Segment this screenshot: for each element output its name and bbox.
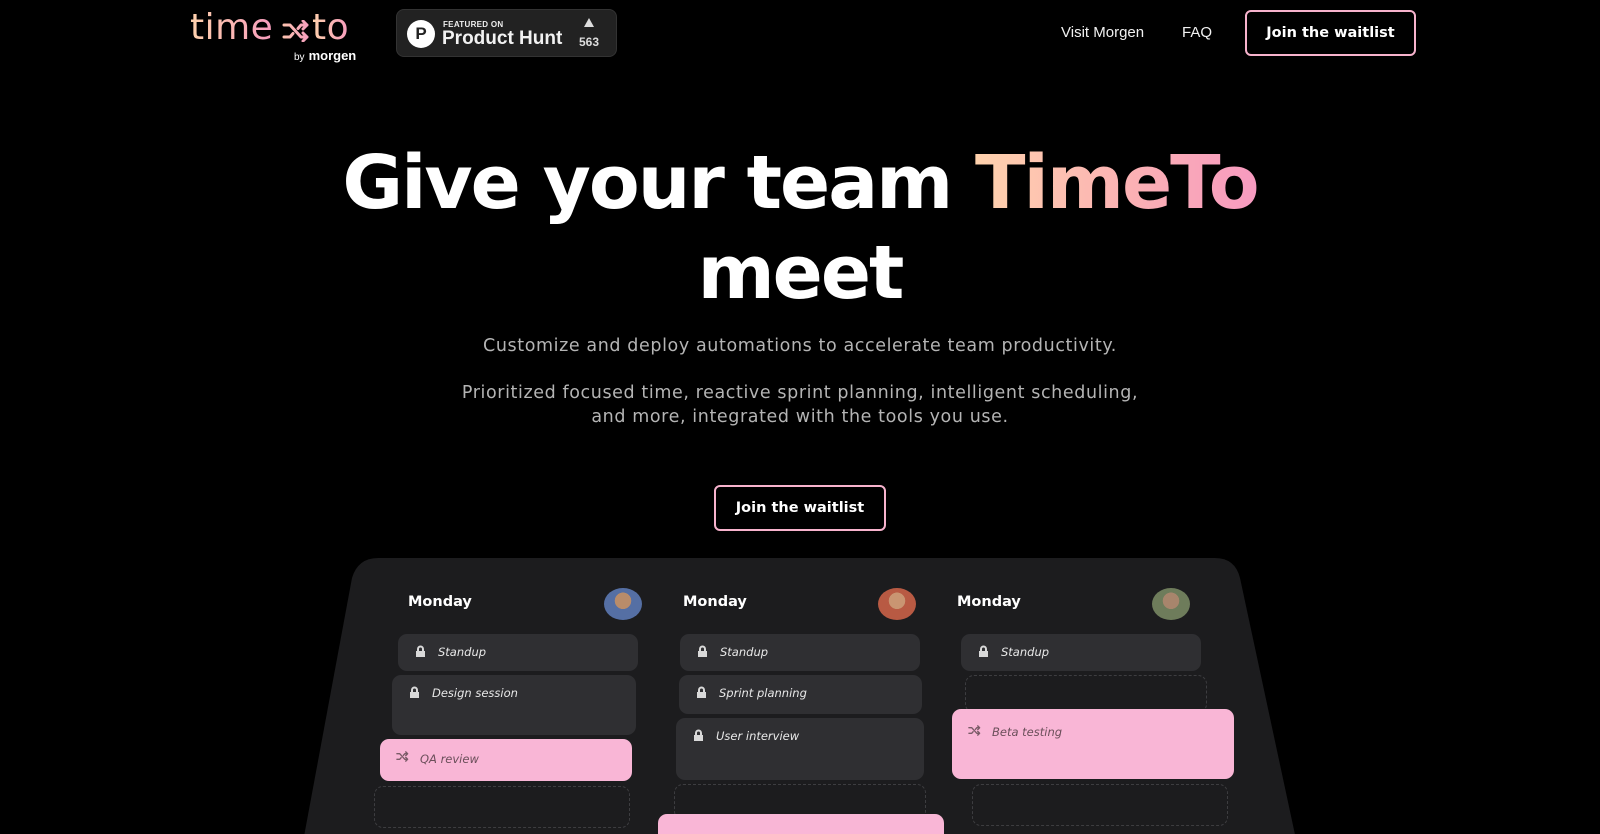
hero-subtitle-2: Prioritized focused time, reactive sprin… bbox=[461, 383, 1139, 427]
card-label: Standup bbox=[438, 645, 487, 659]
nav-visit-morgen[interactable]: Visit Morgen bbox=[1061, 24, 1144, 41]
card-beta-testing[interactable]: Beta testing bbox=[952, 709, 1234, 779]
logo-word-time: time bbox=[190, 7, 274, 48]
product-hunt-name: Product Hunt bbox=[442, 28, 563, 49]
lock-icon bbox=[410, 686, 419, 698]
card-label: Standup bbox=[1001, 645, 1050, 659]
card-sprint-planning[interactable]: Sprint planning bbox=[679, 675, 922, 714]
hero-title-brand: TimeTo bbox=[975, 140, 1260, 226]
hero-title: Give your team TimeTo meet bbox=[0, 138, 1600, 318]
card-standup[interactable]: Standup bbox=[398, 634, 638, 671]
card-label: User interview bbox=[716, 729, 800, 743]
card-standup[interactable]: Standup bbox=[680, 634, 920, 671]
product-hunt-logo: P bbox=[407, 20, 435, 48]
empty-slot bbox=[965, 675, 1207, 713]
by-morgen: by morgen bbox=[294, 48, 357, 63]
card-design-session[interactable]: Design session bbox=[392, 675, 636, 735]
logo-word-to: to bbox=[312, 7, 350, 48]
card-label: QA review bbox=[420, 752, 479, 766]
shuffle-icon bbox=[396, 751, 409, 762]
empty-slot bbox=[374, 786, 630, 828]
hero-title-part2: meet bbox=[697, 230, 905, 316]
nav-faq[interactable]: FAQ bbox=[1182, 24, 1212, 41]
avatar bbox=[604, 588, 642, 620]
avatar bbox=[1152, 588, 1190, 620]
column-3-day: Monday bbox=[957, 594, 1021, 610]
hero-title-part1: Give your team bbox=[342, 140, 976, 226]
hero-subtitle-1: Customize and deploy automations to acce… bbox=[483, 336, 1117, 356]
lock-icon bbox=[694, 729, 703, 741]
lock-icon bbox=[979, 645, 988, 657]
card-label: Design session bbox=[432, 686, 518, 700]
shuffle-icon bbox=[968, 725, 981, 736]
lock-icon bbox=[416, 645, 425, 657]
column-2-day: Monday bbox=[683, 594, 747, 610]
card-label: Standup bbox=[720, 645, 769, 659]
schedule-preview: Monday Standup Design session QA review … bbox=[300, 558, 1300, 834]
card-user-interview[interactable]: User interview bbox=[676, 718, 924, 780]
shuffle-icon bbox=[282, 20, 309, 42]
lock-icon bbox=[698, 645, 707, 657]
product-hunt-badge[interactable]: P FEATURED ON Product Hunt 563 bbox=[396, 9, 617, 57]
upvote-count: 563 bbox=[578, 35, 600, 49]
upvote-arrow-icon bbox=[584, 18, 594, 27]
card-qa-review[interactable]: QA review bbox=[380, 739, 632, 781]
avatar bbox=[878, 588, 916, 620]
column-1-day: Monday bbox=[408, 594, 472, 610]
card-standup[interactable]: Standup bbox=[961, 634, 1201, 671]
timeto-logo[interactable]: time to by morgen bbox=[190, 6, 380, 66]
empty-slot bbox=[972, 784, 1228, 826]
card-label: Sprint planning bbox=[719, 686, 807, 700]
hero-join-waitlist-button[interactable]: Join the waitlist bbox=[714, 485, 886, 531]
pink-card-partial bbox=[658, 814, 944, 834]
header-join-waitlist-button[interactable]: Join the waitlist bbox=[1245, 10, 1416, 56]
lock-icon bbox=[697, 686, 706, 698]
card-label: Beta testing bbox=[992, 725, 1063, 739]
